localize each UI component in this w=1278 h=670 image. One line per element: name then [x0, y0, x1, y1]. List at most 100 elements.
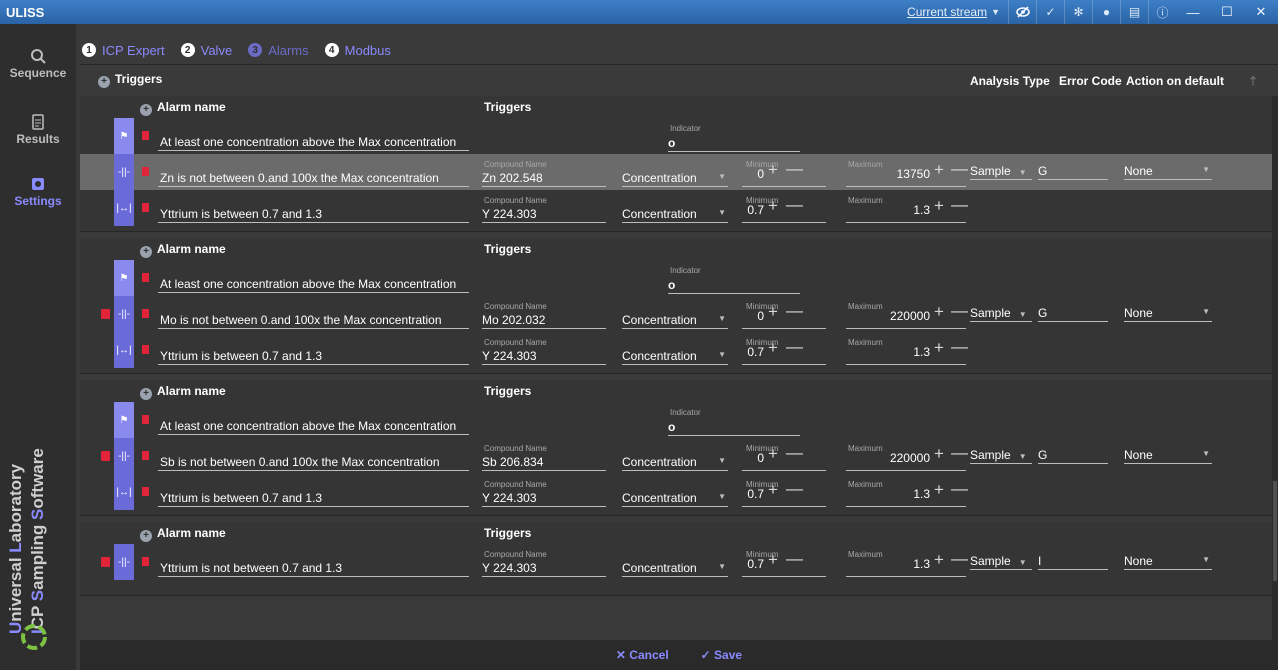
delete-alarm-icon[interactable]: [142, 451, 149, 460]
document-icon[interactable]: ▤: [1120, 0, 1148, 24]
close-button[interactable]: ✕: [1244, 0, 1278, 24]
indicator-field[interactable]: o: [668, 278, 800, 294]
trigger-type-select[interactable]: Concentration ▼: [622, 491, 728, 507]
delete-alarm-icon[interactable]: [142, 309, 149, 318]
alarm-name-field[interactable]: Yttrium is between 0.7 and 1.3: [158, 491, 469, 507]
check-icon[interactable]: ✓: [1036, 0, 1064, 24]
maximum-minus-icon[interactable]: —: [951, 196, 968, 213]
maximum-plus-icon[interactable]: +: [934, 339, 944, 356]
alarm-name-field[interactable]: Yttrium is between 0.7 and 1.3: [158, 349, 469, 365]
compound-name-field[interactable]: Y 224.303: [482, 349, 606, 365]
alarm-name-field[interactable]: At least one concentration above the Max…: [158, 419, 469, 435]
trigger-type-select[interactable]: Concentration ▼: [622, 171, 728, 187]
add-alarm-icon[interactable]: +: [140, 529, 152, 542]
alarm-name-field[interactable]: At least one concentration above the Max…: [158, 135, 469, 151]
alarm-row[interactable]: ⚑ At least one concentration above the Ma…: [80, 118, 1272, 154]
indicator-field[interactable]: o: [668, 420, 800, 436]
maximum-minus-icon[interactable]: —: [951, 480, 968, 497]
action-on-default-select[interactable]: None ▼: [1124, 554, 1212, 570]
trigger-type-select[interactable]: Concentration ▼: [622, 349, 728, 365]
compound-name-field[interactable]: Y 224.303: [482, 491, 606, 507]
gear-icon[interactable]: ✻: [1064, 0, 1092, 24]
action-on-default-select[interactable]: None ▼: [1124, 164, 1212, 180]
compound-name-field[interactable]: Zn 202.548: [482, 171, 606, 187]
alarm-row[interactable]: ⚑ At least one concentration above the Ma…: [80, 260, 1272, 296]
maximum-plus-icon[interactable]: +: [934, 481, 944, 498]
error-code-field[interactable]: I: [1038, 554, 1108, 570]
maximum-minus-icon[interactable]: —: [951, 444, 968, 461]
tab-valve[interactable]: 2 Valve: [180, 43, 232, 58]
chevron-down-icon[interactable]: ▼: [991, 7, 1000, 17]
delete-alarm-icon[interactable]: [142, 415, 149, 424]
delete-alarm-icon[interactable]: [142, 487, 149, 496]
minimum-plus-icon[interactable]: +: [768, 481, 778, 498]
alarm-name-field[interactable]: Mo is not between 0.and 100x the Max con…: [158, 313, 469, 329]
analysis-type-select[interactable]: Sample ▼: [970, 164, 1032, 180]
alarm-name-field[interactable]: Sb is not between 0.and 100x the Max con…: [158, 455, 469, 471]
add-alarm-icon[interactable]: +: [140, 103, 152, 116]
tab-icp-expert[interactable]: 1 ICP Expert: [82, 43, 165, 58]
minimum-plus-icon[interactable]: +: [768, 197, 778, 214]
error-code-field[interactable]: G: [1038, 306, 1108, 322]
minimum-plus-icon[interactable]: +: [768, 339, 778, 356]
analysis-type-select[interactable]: Sample ▼: [970, 554, 1032, 570]
current-stream-dropdown[interactable]: Current stream: [907, 5, 987, 19]
alarm-name-field[interactable]: At least one concentration above the Max…: [158, 277, 469, 293]
cancel-button[interactable]: ✕ Cancel: [616, 648, 669, 662]
add-trigger-button[interactable]: + Triggers: [98, 72, 162, 92]
minimum-minus-icon[interactable]: —: [786, 196, 803, 213]
action-on-default-select[interactable]: None ▼: [1124, 448, 1212, 464]
user-icon[interactable]: ●: [1092, 0, 1120, 24]
trigger-type-select[interactable]: Concentration ▼: [622, 561, 728, 577]
error-code-field[interactable]: G: [1038, 448, 1108, 464]
minimize-button[interactable]: —: [1176, 0, 1210, 24]
delete-alarm-icon[interactable]: [142, 131, 149, 140]
error-code-field[interactable]: G: [1038, 164, 1108, 180]
minimum-minus-icon[interactable]: —: [786, 302, 803, 319]
alarm-name-field[interactable]: Zn is not between 0.and 100x the Max con…: [158, 171, 469, 187]
maximum-plus-icon[interactable]: +: [934, 445, 944, 462]
alarm-name-field[interactable]: Yttrium is between 0.7 and 1.3: [158, 207, 469, 223]
action-on-default-select[interactable]: None ▼: [1124, 306, 1212, 322]
info-icon[interactable]: ⓘ: [1148, 0, 1176, 24]
minimum-plus-icon[interactable]: +: [768, 161, 778, 178]
maximum-plus-icon[interactable]: +: [934, 161, 944, 178]
upload-icon[interactable]: ⇡: [1248, 74, 1258, 88]
trigger-type-select[interactable]: Concentration ▼: [622, 207, 728, 223]
trigger-type-select[interactable]: Concentration ▼: [622, 313, 728, 329]
minimum-minus-icon[interactable]: —: [786, 160, 803, 177]
maximum-minus-icon[interactable]: —: [951, 338, 968, 355]
indicator-field[interactable]: o: [668, 136, 800, 152]
alarm-name-field[interactable]: Yttrium is not between 0.7 and 1.3: [158, 561, 469, 577]
tab-modbus[interactable]: 4 Modbus: [324, 43, 391, 58]
minimum-minus-icon[interactable]: —: [786, 444, 803, 461]
add-alarm-icon[interactable]: +: [140, 245, 152, 258]
compound-name-field[interactable]: Y 224.303: [482, 207, 606, 223]
minimum-minus-icon[interactable]: —: [786, 480, 803, 497]
maximum-minus-icon[interactable]: —: [951, 302, 968, 319]
maximum-plus-icon[interactable]: +: [934, 551, 944, 568]
minimum-plus-icon[interactable]: +: [768, 303, 778, 320]
alarm-row[interactable]: ⚑ At least one concentration above the Ma…: [80, 402, 1272, 438]
alarm-row[interactable]: |↔| Yttrium is between 0.7 and 1.3 Compoun…: [80, 474, 1272, 510]
delete-alarm-icon[interactable]: [142, 345, 149, 354]
maximize-button[interactable]: ☐: [1210, 0, 1244, 24]
minimum-minus-icon[interactable]: —: [786, 550, 803, 567]
alarm-row[interactable]: |↔| Yttrium is between 0.7 and 1.3 Compoun…: [80, 332, 1272, 368]
sidebar-item-sequence[interactable]: Sequence: [0, 48, 76, 80]
minimum-minus-icon[interactable]: —: [786, 338, 803, 355]
minimum-plus-icon[interactable]: +: [768, 445, 778, 462]
sidebar-item-settings[interactable]: Settings: [0, 176, 76, 208]
delete-alarm-icon[interactable]: [142, 273, 149, 282]
delete-alarm-icon[interactable]: [142, 557, 149, 566]
minimum-plus-icon[interactable]: +: [768, 551, 778, 568]
trigger-type-select[interactable]: Concentration ▼: [622, 455, 728, 471]
maximum-minus-icon[interactable]: —: [951, 160, 968, 177]
analysis-type-select[interactable]: Sample ▼: [970, 448, 1032, 464]
add-alarm-icon[interactable]: +: [140, 387, 152, 400]
compound-name-field[interactable]: Y 224.303: [482, 561, 606, 577]
eye-off-icon[interactable]: [1008, 0, 1036, 24]
save-button[interactable]: ✓ Save: [701, 648, 742, 662]
maximum-plus-icon[interactable]: +: [934, 303, 944, 320]
delete-alarm-icon[interactable]: [142, 167, 149, 176]
